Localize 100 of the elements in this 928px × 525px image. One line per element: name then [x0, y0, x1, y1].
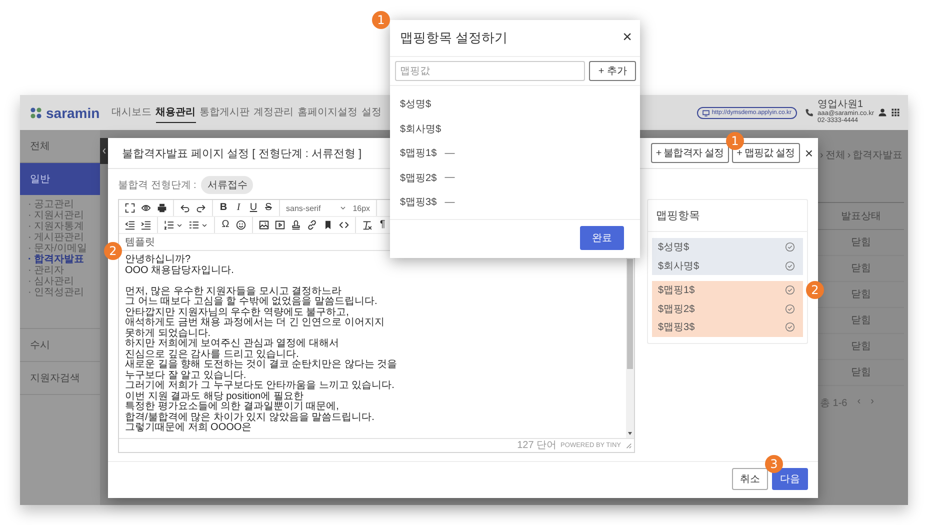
close-button[interactable]: ×	[802, 146, 815, 160]
remove-button[interactable]: —	[444, 148, 455, 159]
caret-icon[interactable]	[176, 222, 183, 228]
mapping-value: $맵핑2$	[400, 172, 437, 185]
header-button[interactable]: + 불합격자 설정	[650, 143, 729, 163]
text-line: OOO 채용담당자입니다.	[125, 266, 235, 276]
logo-icon	[30, 106, 42, 118]
stamp-icon[interactable]	[291, 220, 301, 230]
mapping-value: $성명$	[400, 98, 432, 112]
popup-title: 맵핑항목 설정하기	[400, 29, 508, 47]
step-marker: 1	[372, 11, 390, 29]
nav-item[interactable]: 대시보드	[112, 102, 152, 123]
mapping-value: $회사명$	[400, 122, 442, 136]
mapping-row[interactable]: $맵핑1$	[652, 281, 803, 300]
sidebar-item[interactable]: 지원자검색	[20, 362, 100, 395]
link-icon[interactable]	[307, 220, 317, 230]
check-circle-icon	[785, 322, 795, 332]
text-line: 못하게 되었습니다.	[125, 328, 212, 338]
remove-button[interactable]: —	[444, 196, 455, 208]
mapping-row[interactable]: $성명$	[652, 238, 803, 256]
user-icon[interactable]	[878, 108, 887, 117]
italic-button[interactable]: I	[234, 203, 243, 213]
text-line: 안녕하십니까?	[125, 255, 192, 266]
text-line: 하지만 저희에게 보여주신 관심과 열정에 대해서	[125, 339, 340, 350]
sidebar-item[interactable]: 일반	[20, 163, 100, 195]
template-menu[interactable]: 템플릿	[125, 235, 155, 249]
text-line: 진심으로 깊은 감사를 드리고 있습니다.	[125, 350, 300, 360]
eye-icon[interactable]	[141, 203, 151, 213]
mapping-label: $맵핑1$	[658, 284, 695, 298]
code-icon[interactable]	[339, 220, 349, 230]
check-circle-icon	[785, 285, 795, 296]
mapping-row[interactable]: $맵핑3$	[652, 318, 803, 336]
collapse-tab[interactable]	[100, 138, 108, 164]
close-button[interactable]: ×	[620, 30, 634, 46]
done-button[interactable]: 완료	[580, 226, 624, 250]
caret-icon	[338, 204, 347, 212]
sidebar-item[interactable]: 수시	[20, 329, 100, 362]
text-line: 누구보다 잘 알고 있습니다.	[125, 370, 248, 380]
bold-button[interactable]: B	[219, 203, 228, 213]
caret-icon[interactable]	[201, 222, 208, 228]
nav-item[interactable]: 통합게시판	[200, 102, 250, 123]
mapping-row[interactable]: $맵핑2$	[652, 300, 803, 318]
chevron-left-icon	[102, 147, 106, 155]
text-line: 이번 지원 결과도 해당 position에 필요한	[125, 392, 304, 402]
contact-name: 영업사원1	[818, 100, 864, 110]
remove-button[interactable]: —	[444, 172, 455, 184]
nav-item[interactable]: 계정관리	[254, 102, 294, 123]
text-line: 그 어느 때보다 고심을 할 수밖에 없었음을 말씀드립니다.	[125, 297, 378, 308]
text-line: 안타깝지만 지원자님의 우수한 역량에도 불구하고,	[125, 308, 350, 318]
check-circle-icon	[785, 304, 795, 314]
grid-menu-icon[interactable]	[891, 108, 900, 117]
mapping-label: $성명$	[658, 241, 690, 254]
phone-icon	[804, 108, 814, 117]
smiley-icon[interactable]	[236, 220, 246, 230]
text-line: 그러기에 저희가 그 누구보다도 안타까움을 느끼고 있습니다.	[125, 381, 396, 392]
text-line: 먼저, 많은 우수한 지원자들을 모시고 결정하느라	[125, 286, 343, 296]
text-line: 그렇기때문에 저희 OOOO은	[125, 423, 253, 434]
text-line: 애석하게도 금번 채용 과정에서는 더 긴 인연으로 이어지지	[125, 318, 386, 328]
printer-icon[interactable]	[157, 203, 167, 213]
strikethrough-button[interactable]: S	[264, 203, 273, 213]
play-icon[interactable]	[275, 220, 285, 230]
nav-item[interactable]: 홈페이지설정	[298, 102, 358, 123]
mapping-row[interactable]: $회사명$	[652, 256, 803, 275]
font-family-select[interactable]: sans-serif	[286, 204, 347, 212]
paragraph-mark-button[interactable]: ¶	[378, 220, 387, 230]
mapping-label: $맵핑3$	[658, 321, 695, 334]
add-button[interactable]: + 추가	[589, 61, 636, 81]
check-circle-icon	[785, 242, 795, 252]
outdent-icon[interactable]	[125, 220, 135, 230]
logo-text[interactable]: saramin	[46, 104, 100, 120]
sidebar-subitem[interactable]: · 합격자발표	[28, 254, 100, 265]
nav-item[interactable]: 채용관리	[156, 102, 196, 123]
dialog-title: 불합격자발표 페이지 설정 [ 전형단계 : 서류전형 ]	[122, 146, 362, 160]
numbered-list-icon[interactable]	[164, 220, 174, 230]
breadcrumb-separator: ›	[847, 150, 851, 160]
resize-grip-icon[interactable]	[625, 442, 632, 448]
nav-item[interactable]: 설정	[362, 102, 382, 123]
monitor-icon	[702, 108, 710, 116]
mapping-label: $맵핑2$	[658, 302, 695, 316]
input-field[interactable]: 맵핑값	[395, 61, 586, 81]
special-character-button[interactable]: Ω	[221, 220, 230, 230]
redo-icon[interactable]	[196, 203, 206, 213]
stage-label: 불합격 전형단계 :	[118, 179, 196, 192]
check-circle-icon	[785, 260, 795, 271]
mapping-label: $회사명$	[658, 260, 700, 273]
clear-format-icon[interactable]	[362, 220, 372, 230]
underline-button[interactable]: U	[249, 203, 258, 213]
image-icon[interactable]	[259, 220, 269, 230]
font-size-select[interactable]: 16px	[352, 204, 370, 212]
bullet-list-icon[interactable]	[189, 220, 199, 230]
indent-icon[interactable]	[141, 220, 151, 230]
word-count: 127 단어	[517, 439, 557, 452]
bookmark-icon[interactable]	[323, 220, 333, 230]
text-line: 특정한 평가요소들에 의한 결과일뿐이기 때문에,	[125, 402, 340, 412]
fullscreen-icon[interactable]	[125, 203, 135, 213]
breadcrumb-separator: ›	[820, 150, 824, 160]
cancel-button[interactable]: 취소	[732, 468, 768, 490]
undo-icon[interactable]	[180, 203, 190, 213]
text-line: 새로운 길을 향해 도전하는 것이 결코 순탄치만은 않다는 것을	[125, 360, 398, 370]
next-button[interactable]: 다음	[772, 468, 808, 490]
